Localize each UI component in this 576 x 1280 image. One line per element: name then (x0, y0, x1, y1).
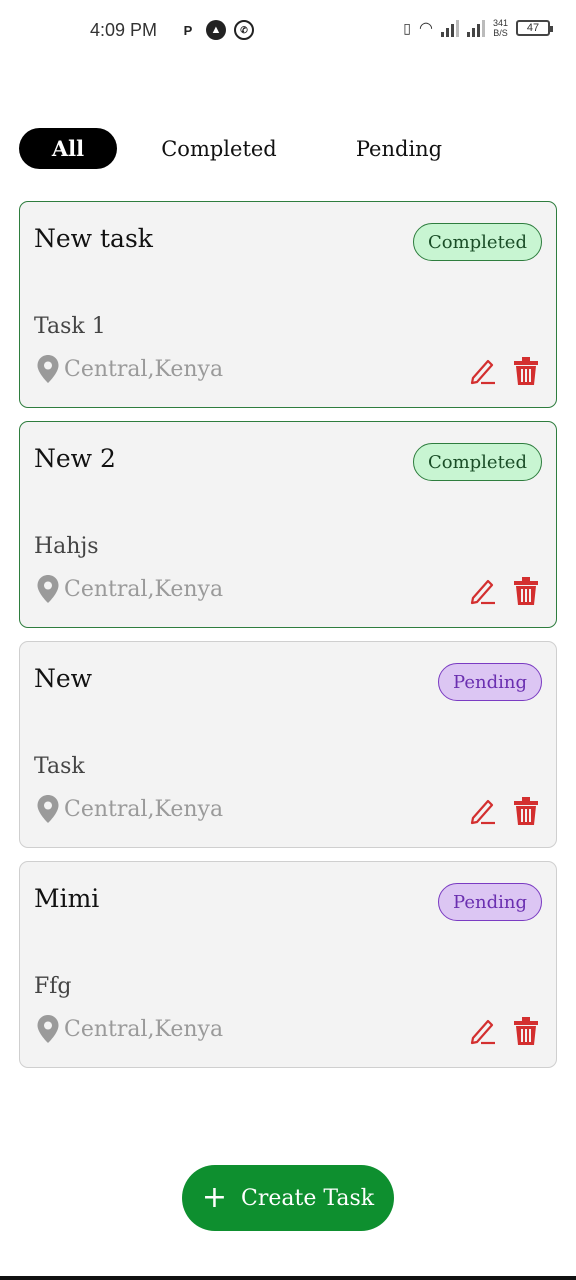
tab-completed[interactable]: Completed (149, 128, 289, 169)
signal-2-icon (466, 19, 485, 37)
task-card[interactable]: New Pending Task Central,Kenya (19, 641, 557, 848)
task-description: Hahjs (34, 534, 99, 559)
status-badge: Pending (438, 663, 542, 701)
vibrate-icon: ▯ (403, 19, 411, 36)
task-description: Ffg (34, 974, 72, 999)
wifi-icon: ◠ (419, 20, 433, 37)
location-text: Central,Kenya (64, 1016, 224, 1042)
task-actions (468, 796, 540, 826)
task-location: Central,Kenya (36, 794, 223, 824)
task-description: Task (34, 754, 85, 779)
edit-pencil-icon[interactable] (468, 576, 496, 606)
battery-icon: 47 (516, 20, 553, 36)
tab-pending[interactable]: Pending (339, 128, 459, 169)
create-task-label: Create Task (241, 1185, 375, 1211)
battery-level: 47 (526, 22, 540, 34)
trash-icon[interactable] (512, 1016, 540, 1046)
filter-tabs: All Completed Pending (19, 128, 559, 170)
edit-pencil-icon[interactable] (468, 356, 496, 386)
tab-all[interactable]: All (19, 128, 117, 169)
network-speed: 341 B/S (493, 18, 508, 38)
notification-icons: P ▲ ✆ (178, 20, 254, 40)
parking-app-icon: P (183, 22, 193, 38)
status-badge: Pending (438, 883, 542, 921)
navigation-app-icon: ▲ (206, 20, 226, 40)
edit-pencil-icon[interactable] (468, 1016, 496, 1046)
task-title: Mimi (34, 884, 100, 913)
location-pin-icon (37, 795, 59, 823)
signal-1-icon (440, 19, 459, 37)
location-text: Central,Kenya (64, 576, 224, 602)
location-text: Central,Kenya (64, 796, 224, 822)
status-bar: 4:09 PM P ▲ ✆ ▯ ◠ 341 B/S 47 (0, 0, 576, 64)
location-pin-icon (37, 1015, 59, 1043)
task-actions (468, 356, 540, 386)
task-actions (468, 576, 540, 606)
whatsapp-icon: ✆ (234, 20, 254, 40)
task-actions (468, 1016, 540, 1046)
task-card[interactable]: Mimi Pending Ffg Central,Kenya (19, 861, 557, 1068)
navigation-bar-edge (0, 1276, 576, 1280)
task-card[interactable]: New 2 Completed Hahjs Central,Kenya (19, 421, 557, 628)
task-description: Task 1 (34, 314, 106, 339)
task-location: Central,Kenya (36, 1014, 223, 1044)
task-card[interactable]: New task Completed Task 1 Central,Kenya (19, 201, 557, 408)
location-text: Central,Kenya (64, 356, 224, 382)
trash-icon[interactable] (512, 356, 540, 386)
edit-pencil-icon[interactable] (468, 796, 496, 826)
task-title: New task (34, 224, 153, 253)
status-badge: Completed (412, 443, 542, 481)
status-badge: Completed (412, 223, 542, 261)
task-location: Central,Kenya (36, 354, 223, 384)
speed-unit: B/S (493, 28, 508, 38)
create-task-button[interactable]: + Create Task (182, 1165, 394, 1231)
location-pin-icon (37, 575, 59, 603)
trash-icon[interactable] (512, 796, 540, 826)
system-indicators: ▯ ◠ 341 B/S 47 (403, 18, 553, 38)
plus-icon: + (201, 1180, 228, 1215)
trash-icon[interactable] (512, 576, 540, 606)
location-pin-icon (37, 355, 59, 383)
task-location: Central,Kenya (36, 574, 223, 604)
task-title: New (34, 664, 93, 693)
speed-value: 341 (492, 18, 508, 28)
task-title: New 2 (34, 444, 116, 473)
status-time: 4:09 PM (90, 20, 158, 40)
